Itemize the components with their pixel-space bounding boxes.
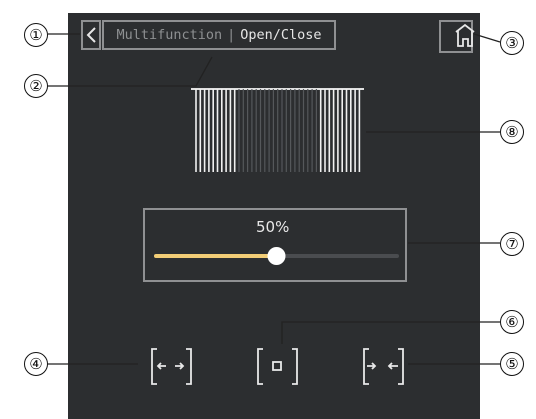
curtain-open-button[interactable] xyxy=(151,348,192,385)
curtain-icon xyxy=(191,88,364,172)
callout-1: ① xyxy=(24,23,48,47)
callout-7: ⑦ xyxy=(500,232,524,256)
callout-6: ⑥ xyxy=(500,310,524,334)
curtain-close-button[interactable] xyxy=(363,348,404,385)
chevron-left-icon xyxy=(86,27,96,43)
callout-3: ③ xyxy=(500,31,524,55)
curtain-stop-icon xyxy=(257,348,298,385)
curtain-close-icon xyxy=(363,348,404,385)
callout-2: ② xyxy=(24,74,48,98)
brightness-slider[interactable] xyxy=(154,247,399,265)
callout-5: ⑤ xyxy=(500,352,524,376)
ui-graphics xyxy=(48,23,501,385)
home-icon xyxy=(455,23,475,47)
callout-4: ④ xyxy=(24,352,48,376)
callout-8: ⑧ xyxy=(500,120,524,144)
curtain-open-icon xyxy=(151,348,192,385)
slider-knob[interactable] xyxy=(267,247,286,265)
callout-leaders xyxy=(48,33,501,365)
curtain-stop-button[interactable] xyxy=(257,348,298,385)
